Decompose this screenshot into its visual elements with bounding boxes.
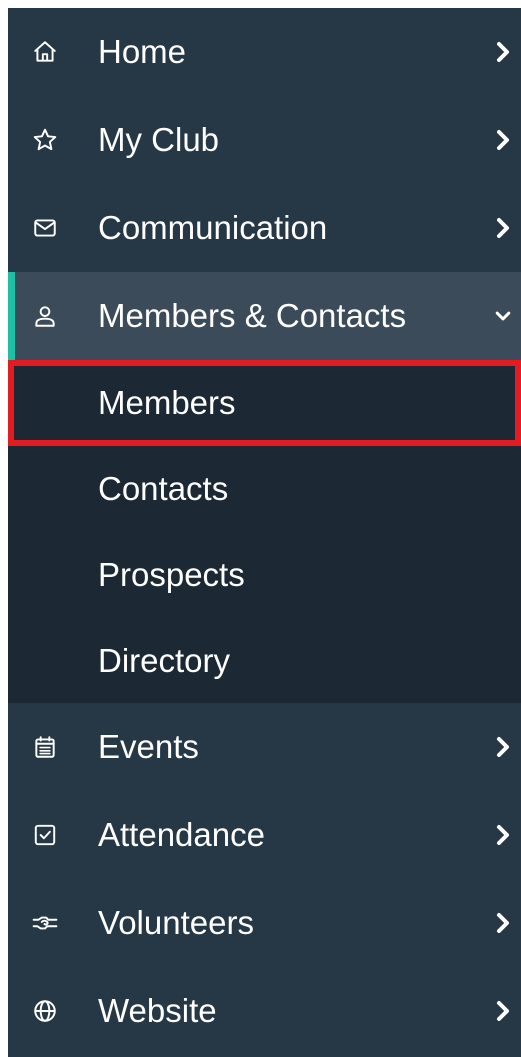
submenu-item-label: Members xyxy=(98,384,236,421)
nav-item-label: My Club xyxy=(98,121,220,158)
chevron-down-icon xyxy=(495,305,511,327)
nav-item-label: Attendance xyxy=(98,816,265,853)
nav-item-home[interactable]: Home xyxy=(8,8,521,96)
submenu-item-label: Contacts xyxy=(98,470,229,507)
submenu-item-members[interactable]: Members xyxy=(8,360,521,446)
nav-item-members-contacts[interactable]: Members & Contacts xyxy=(8,272,521,360)
home-icon xyxy=(32,39,58,65)
chevron-right-icon xyxy=(495,41,511,63)
checkbox-icon xyxy=(32,822,58,848)
nav-item-attendance[interactable]: Attendance xyxy=(8,791,521,879)
nav-item-events[interactable]: Events xyxy=(8,703,521,791)
nav-item-label: Home xyxy=(98,33,187,70)
submenu-item-contacts[interactable]: Contacts xyxy=(8,446,521,532)
globe-icon xyxy=(32,998,58,1024)
sidebar-nav: Home My Club Communication Members & Con… xyxy=(8,8,521,1057)
nav-item-my-club[interactable]: My Club xyxy=(8,96,521,184)
handshake-icon xyxy=(32,910,58,936)
user-icon xyxy=(32,303,58,329)
star-icon xyxy=(32,127,58,153)
nav-item-communication[interactable]: Communication xyxy=(8,184,521,272)
chevron-right-icon xyxy=(495,129,511,151)
nav-item-volunteers[interactable]: Volunteers xyxy=(8,879,521,967)
submenu-item-prospects[interactable]: Prospects xyxy=(8,532,521,618)
submenu-item-directory[interactable]: Directory xyxy=(8,618,521,704)
nav-item-website[interactable]: Website xyxy=(8,967,521,1055)
nav-item-label: Events xyxy=(98,728,199,765)
submenu-item-label: Directory xyxy=(98,642,231,679)
nav-item-label: Website xyxy=(98,992,217,1029)
chevron-right-icon xyxy=(495,217,511,239)
nav-item-label: Communication xyxy=(98,209,328,246)
chevron-right-icon xyxy=(495,824,511,846)
chevron-right-icon xyxy=(495,736,511,758)
nav-item-label: Members & Contacts xyxy=(98,297,407,334)
submenu-item-label: Prospects xyxy=(98,556,245,593)
nav-item-label: Volunteers xyxy=(98,904,254,941)
chevron-right-icon xyxy=(495,912,511,934)
chevron-right-icon xyxy=(495,1000,511,1022)
calendar-icon xyxy=(32,734,58,760)
mail-icon xyxy=(32,215,58,241)
members-contacts-submenu: Members Contacts Prospects Directory xyxy=(8,360,521,703)
